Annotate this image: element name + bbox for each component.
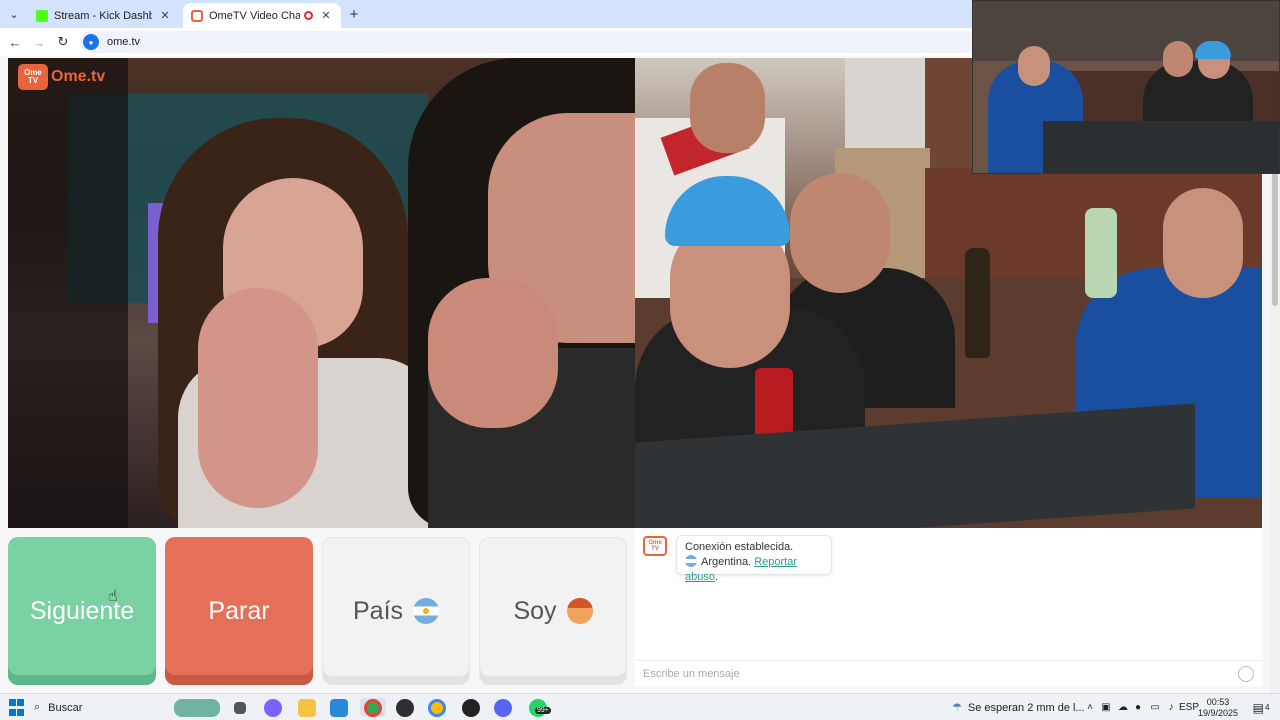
date: 19/9/2025 (1197, 707, 1239, 718)
address-bar[interactable]: ● ome.tv (80, 31, 980, 53)
clock[interactable]: 00:53 19/9/2025 (1196, 696, 1240, 718)
tv-logo-icon: Ome TV (18, 64, 48, 90)
widgets-icon[interactable] (172, 698, 222, 717)
forward-button[interactable]: → (30, 33, 48, 51)
time: 00:53 (1206, 696, 1230, 707)
gender-label: Soy (513, 596, 557, 625)
wine-bottle (965, 248, 990, 358)
ometv-favicon-icon (191, 9, 203, 22)
search-label: Buscar (48, 701, 83, 714)
person-face (1163, 41, 1193, 77)
file-explorer-icon[interactable] (296, 698, 318, 717)
app-icon[interactable] (460, 698, 482, 717)
monitor (1043, 121, 1279, 173)
connection-status: Conexión establecida. (685, 541, 794, 553)
rain-icon: ☂ (952, 702, 962, 714)
volume-icon[interactable]: ♪ (1164, 698, 1178, 717)
person-face (790, 173, 890, 293)
stop-button[interactable]: Parar (165, 537, 313, 685)
next-button[interactable]: Siguiente (8, 537, 156, 685)
kick-favicon-icon (36, 9, 48, 22)
network-icon[interactable]: ▭ (1148, 698, 1162, 717)
windows-taskbar: ⌕ Buscar 99+ ☂ Se esperan 2 mm de l... ˄… (0, 693, 1280, 720)
weather-widget[interactable]: ☂ Se esperan 2 mm de l... (952, 698, 1085, 717)
period: . (714, 571, 719, 583)
chrome-active-icon[interactable] (360, 698, 386, 717)
system-message: Conexión establecida. Argentina. Reporta… (676, 535, 832, 583)
task-view-icon[interactable] (230, 698, 250, 717)
boy-avatar-icon (566, 598, 593, 624)
country-line: Argentina. Reportar abuso. (685, 555, 823, 585)
mouse-cursor-icon: ☝ (108, 588, 118, 605)
tab-search-button[interactable]: ⌄ (4, 4, 24, 24)
tray-app-icon[interactable]: ▣ (1100, 698, 1112, 717)
logo-text: Ome.tv (51, 68, 106, 85)
new-tab-button[interactable]: + (345, 5, 363, 23)
microphone-icon[interactable]: ● (1132, 698, 1144, 717)
tab-title: OmeTV Video Chat — Ome (209, 9, 300, 22)
notifications-icon[interactable]: ▤ 4 (1250, 698, 1272, 717)
ometv-logo[interactable]: Ome TV Ome.tv (18, 64, 105, 90)
recording-icon (304, 11, 313, 20)
back-button[interactable]: ← (6, 33, 24, 51)
search-icon: ⌕ (34, 701, 41, 713)
chrome-icon[interactable] (426, 698, 448, 717)
country-label: País (352, 596, 404, 625)
country-name: Argentina. (701, 556, 752, 568)
tab-ometv[interactable]: OmeTV Video Chat — Ome ✕ (183, 3, 341, 28)
person-face (1163, 188, 1243, 298)
reload-button[interactable]: ↻ (54, 33, 72, 51)
scrollbar-thumb[interactable] (1272, 166, 1278, 306)
water-bottle (1085, 208, 1117, 298)
copilot-icon[interactable] (262, 698, 284, 717)
message-input[interactable]: Escribe un mensaje (635, 660, 1262, 686)
person-hand (428, 278, 558, 428)
weather-text: Se esperan 2 mm de l... (967, 701, 1085, 714)
kitchen-background (973, 1, 1279, 61)
country-button[interactable]: País (322, 537, 470, 685)
emoji-icon[interactable] (1238, 666, 1254, 682)
dark-foreground (8, 58, 128, 528)
site-info-icon[interactable]: ● (83, 34, 99, 50)
person-hand (198, 288, 318, 508)
whatsapp-icon[interactable]: 99+ (525, 698, 551, 717)
close-tab-icon[interactable]: ✕ (158, 9, 172, 23)
notification-count: 4 (1264, 703, 1270, 712)
gender-button[interactable]: Soy (479, 537, 627, 685)
onedrive-icon[interactable]: ☁ (1116, 698, 1130, 717)
message-placeholder: Escribe un mensaje (643, 667, 740, 680)
start-button[interactable] (8, 698, 24, 717)
close-tab-icon[interactable]: ✕ (319, 9, 333, 23)
tab-kick-dashboard[interactable]: Stream - Kick Dashboard ✕ (28, 3, 180, 28)
store-icon[interactable] (328, 698, 350, 717)
ometv-chat-icon: Ome TV (643, 536, 667, 556)
argentina-flag-icon (685, 555, 697, 567)
person-face (690, 63, 765, 153)
taskbar-search[interactable]: ⌕ Buscar (34, 698, 164, 717)
chat-panel: Ome TV Conexión establecida. Argentina. … (635, 528, 1262, 686)
remote-video (8, 58, 635, 528)
streamer-webcam-overlay (972, 0, 1280, 174)
person-face (1018, 46, 1050, 86)
tab-title: Stream - Kick Dashboard (54, 9, 152, 22)
discord-icon[interactable] (492, 698, 514, 717)
url-text: ome.tv (107, 36, 141, 48)
stop-label: Parar (208, 596, 270, 625)
next-label: Siguiente (29, 596, 135, 625)
argentina-flag-icon (413, 598, 440, 624)
obs-icon[interactable] (394, 698, 416, 717)
chevron-up-icon[interactable]: ˄ (1084, 698, 1096, 717)
whatsapp-badge: 99+ (535, 707, 551, 714)
blue-cap (1195, 41, 1231, 59)
